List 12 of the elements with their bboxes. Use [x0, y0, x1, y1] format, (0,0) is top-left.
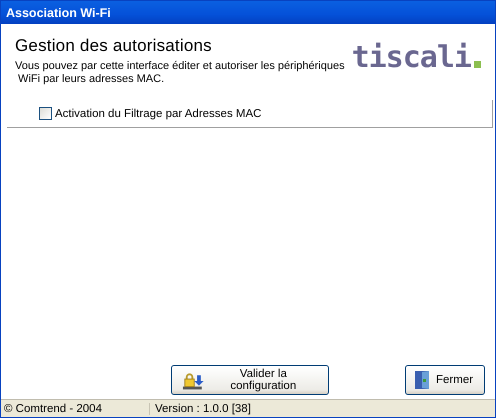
checkbox[interactable]	[39, 107, 52, 120]
status-text: © Comtrend - 2004	[1, 402, 150, 414]
logo-text: tiscali	[352, 44, 471, 72]
apply-button[interactable]: Valider la configuration	[171, 365, 329, 395]
window-title: Association Wi-Fi	[1, 1, 495, 24]
square-icon	[474, 61, 481, 68]
description-text: Vous pouvez par cette interface éditer et autoriser les périphériques WiFi par leurs adresses MAC.	[15, 60, 345, 86]
page-heading: Gestion des autorisations	[15, 36, 213, 56]
door-icon	[414, 370, 432, 390]
checkbox-label: Activation du Filtrage par Adresses MAC	[55, 108, 262, 120]
close-button[interactable]: Fermer	[405, 365, 485, 395]
status-text: Version : 1.0.0 [38]	[154, 402, 251, 414]
